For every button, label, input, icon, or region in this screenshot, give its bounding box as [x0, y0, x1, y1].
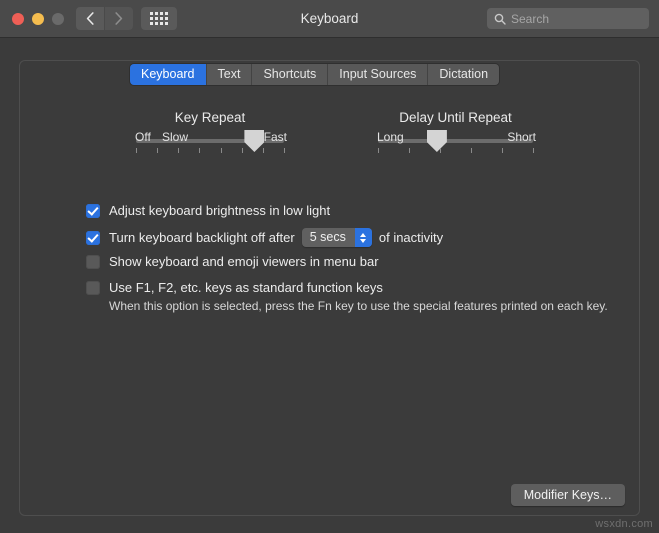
tab-shortcuts[interactable]: Shortcuts — [252, 64, 328, 85]
option-show-keyboard-emoji-viewers[interactable]: Show keyboard and emoji viewers in menu … — [86, 254, 379, 269]
key-repeat-slider-group: Key Repeat Off Slow Fast — [136, 110, 284, 143]
use-fn-keys-help-text: When this option is selected, press the … — [109, 299, 608, 313]
minimize-button[interactable] — [32, 13, 44, 25]
show-keyboard-emoji-viewers-label: Show keyboard and emoji viewers in menu … — [109, 254, 379, 269]
backlight-delay-popup[interactable]: 5 secs — [302, 228, 372, 247]
tab-input-sources[interactable]: Input Sources — [328, 64, 428, 85]
key-repeat-slow-label: Slow — [162, 130, 188, 144]
delay-long-label: Long — [377, 130, 404, 144]
zoom-button — [52, 13, 64, 25]
search-icon — [494, 13, 506, 25]
navigation-buttons — [76, 7, 133, 30]
key-repeat-fast-label: Fast — [264, 130, 287, 144]
delay-short-label: Short — [507, 130, 536, 144]
back-button[interactable] — [76, 7, 104, 30]
show-keyboard-emoji-viewers-checkbox[interactable] — [86, 255, 100, 269]
delay-until-repeat-ticks — [378, 148, 533, 154]
key-repeat-slider[interactable] — [136, 139, 284, 143]
tab-bar: Keyboard Text Shortcuts Input Sources Di… — [130, 64, 499, 85]
key-repeat-ticks — [136, 148, 284, 154]
grid-apps-icon — [150, 12, 168, 25]
key-repeat-title: Key Repeat — [136, 110, 284, 125]
turn-backlight-off-label-before: Turn keyboard backlight off after — [109, 230, 295, 245]
window-controls — [12, 13, 64, 25]
option-use-fn-keys[interactable]: Use F1, F2, etc. keys as standard functi… — [86, 280, 383, 295]
key-repeat-off-label: Off — [135, 130, 151, 144]
tab-text[interactable]: Text — [207, 64, 253, 85]
forward-button — [105, 7, 133, 30]
search-field[interactable] — [487, 8, 649, 29]
use-fn-keys-checkbox[interactable] — [86, 281, 100, 295]
show-all-preferences-button[interactable] — [141, 7, 177, 30]
turn-backlight-off-label-after: of inactivity — [379, 230, 443, 245]
turn-backlight-off-checkbox[interactable] — [86, 231, 100, 245]
adjust-keyboard-brightness-checkbox[interactable] — [86, 204, 100, 218]
watermark: wsxdn.com — [595, 518, 653, 530]
option-turn-backlight-off[interactable]: Turn keyboard backlight off after 5 secs… — [86, 228, 443, 247]
option-adjust-keyboard-brightness[interactable]: Adjust keyboard brightness in low light — [86, 203, 330, 218]
delay-until-repeat-slider-group: Delay Until Repeat Long Short — [378, 110, 533, 143]
use-fn-keys-label: Use F1, F2, etc. keys as standard functi… — [109, 280, 383, 295]
search-input[interactable] — [511, 12, 642, 26]
adjust-keyboard-brightness-label: Adjust keyboard brightness in low light — [109, 203, 330, 218]
delay-until-repeat-title: Delay Until Repeat — [378, 110, 533, 125]
modifier-keys-button[interactable]: Modifier Keys… — [511, 484, 625, 506]
chevron-left-icon — [86, 12, 94, 25]
tab-keyboard[interactable]: Keyboard — [130, 64, 207, 85]
close-button[interactable] — [12, 13, 24, 25]
chevron-right-icon — [115, 12, 123, 25]
title-bar: Keyboard — [0, 0, 659, 38]
stepper-arrows-icon[interactable] — [355, 228, 372, 247]
tab-dictation[interactable]: Dictation — [428, 64, 499, 85]
backlight-delay-value: 5 secs — [302, 228, 355, 247]
